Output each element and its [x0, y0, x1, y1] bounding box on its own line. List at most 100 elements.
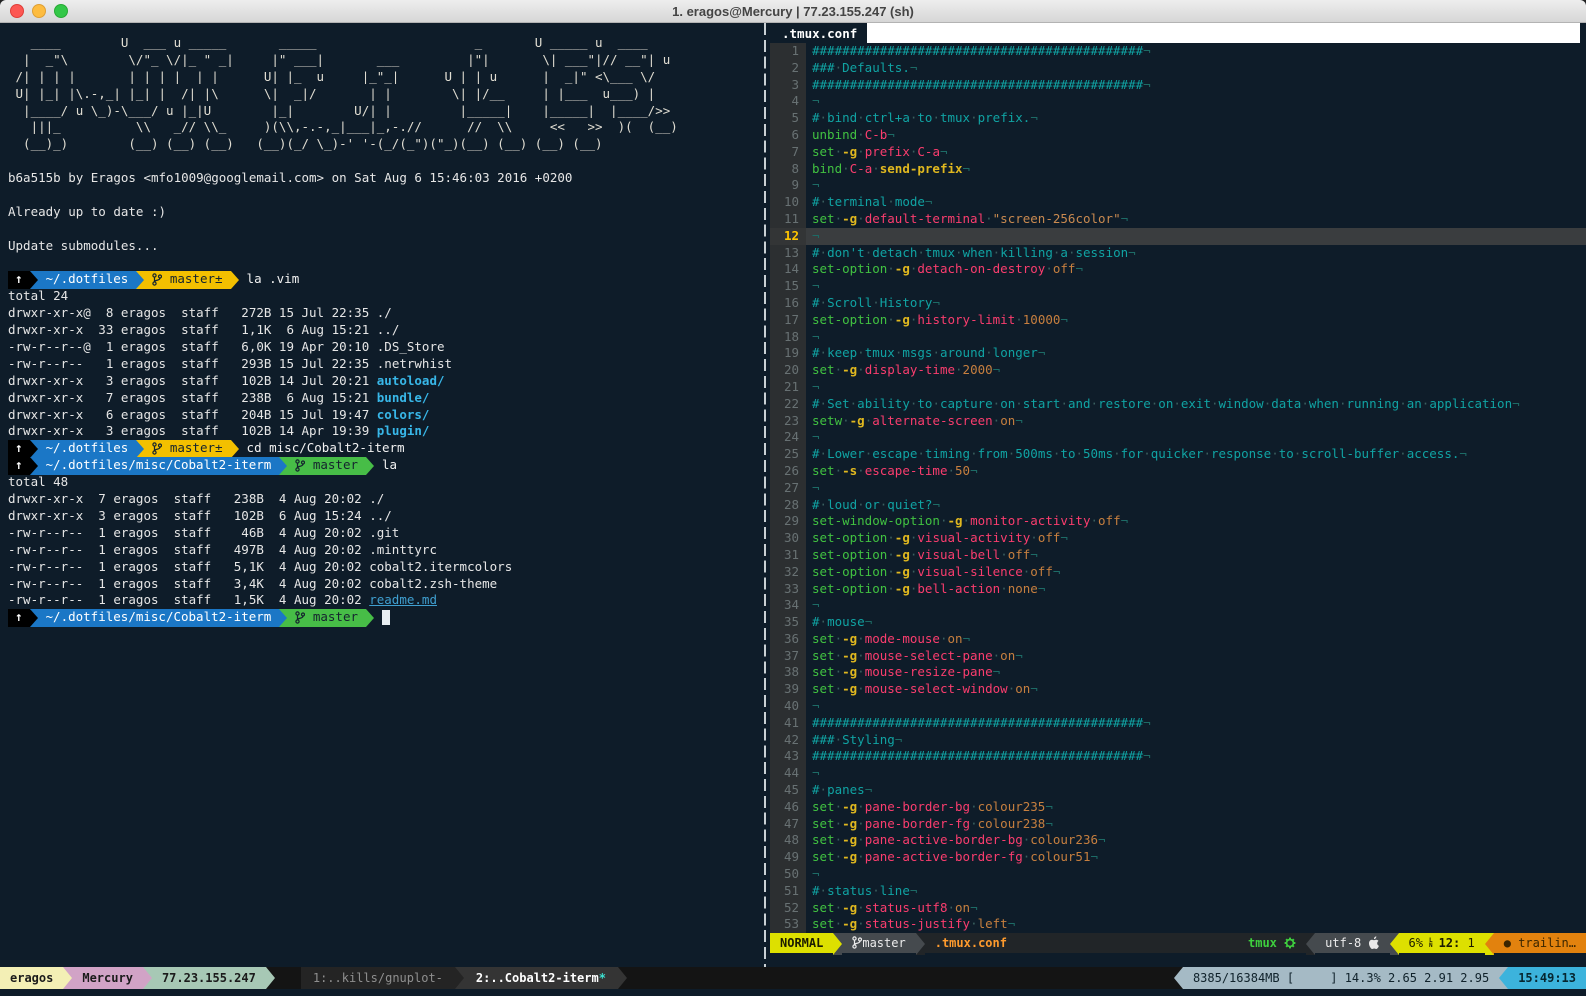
ascii-art-line: |||_ \\ _// \\_ )(\\,-.-,_|___|_,-.// //…: [8, 119, 760, 136]
powerline-separator: [455, 967, 464, 989]
line-column-icon: LN: [1429, 938, 1433, 948]
line-number: 15: [770, 278, 806, 295]
statusline-tmux-plugin: tmux: [1238, 933, 1306, 953]
line-number: 3: [770, 77, 806, 94]
vim-line: 40¬: [770, 698, 1586, 715]
prompt-arrow-segment: ↑: [8, 609, 30, 627]
vim-line: 7set·-g·prefix·C-a¬: [770, 144, 1586, 161]
vim-line-text: set-option·-g·detach-on-destroy·off¬: [806, 261, 1586, 278]
line-number: 40: [770, 698, 806, 715]
vim-line-text: ¬: [806, 429, 1586, 446]
ascii-art-line: |____/ u \_)-\___/ u |_|U |_| U/| | |___…: [8, 103, 760, 120]
vim-line: 22#·Set·ability·to·capture·on·start·and·…: [770, 396, 1586, 413]
powerline-separator: [231, 440, 239, 458]
vim-line-text: ¬: [806, 177, 1586, 194]
tmux-status-bar: eragos Mercury 77.23.155.247 1:..kills/g…: [0, 967, 1586, 989]
prompt-line: ↑~/.dotfiles master±la .vim: [8, 271, 760, 288]
line-number: 28: [770, 497, 806, 514]
vim-line: 48set·-g·pane-active-border-bg·colour236…: [770, 832, 1586, 849]
output-line: total 24: [8, 288, 760, 305]
prompt-path-segment: ~/.dotfiles/misc/Cobalt2-iterm: [38, 609, 280, 627]
powerline-separator: [30, 457, 38, 475]
file-name: ../: [377, 322, 400, 337]
statusline-filename: .tmux.conf: [925, 933, 1017, 953]
statusline-whitespace-warning: ● trailin…: [1494, 933, 1586, 953]
vim-line: 11set·-g·default-terminal·"screen-256col…: [770, 211, 1586, 228]
prompt-line: ↑~/.dotfiles/misc/Cobalt2-iterm masterla: [8, 457, 760, 474]
prompt-arrow-segment: ↑: [8, 440, 30, 458]
file-meta: drwxr-xr-x 3 eragos staff 102B 6 Aug 15:…: [8, 508, 369, 523]
vim-line: 36set·-g·mode-mouse·on¬: [770, 631, 1586, 648]
vim-line: 47set·-g·pane-border-fg·colour238¬: [770, 816, 1586, 833]
line-number: 44: [770, 765, 806, 782]
vim-line: 52set·-g·status-utf8·on¬: [770, 900, 1586, 917]
titlebar[interactable]: 1. eragos@Mercury | 77.23.155.247 (sh): [0, 0, 1586, 23]
vim-line: 16#·Scroll·History¬: [770, 295, 1586, 312]
vim-line-text: ¬: [806, 379, 1586, 396]
vim-line-text: ¬: [806, 93, 1586, 110]
tmux-window-2[interactable]: 2:..Cobalt2-iterm*: [464, 967, 618, 989]
powerline-separator: [1499, 967, 1508, 989]
powerline-separator: [366, 609, 374, 627]
tmux-window-1[interactable]: 1:..kills/gnuplot-: [301, 967, 455, 989]
vim-line: 29set-window-option·-g·monitor-activity·…: [770, 513, 1586, 530]
prompt-path-segment: ~/.dotfiles/misc/Cobalt2-iterm: [38, 457, 280, 475]
line-number: 16: [770, 295, 806, 312]
vim-line-text: ¬: [806, 597, 1586, 614]
vim-line: 30set-option·-g·visual-activity·off¬: [770, 530, 1586, 547]
vim-line-text: set·-g·prefix·C-a¬: [806, 144, 1586, 161]
output-line: total 48: [8, 474, 760, 491]
powerline-separator: [279, 609, 287, 627]
vim-line: 24¬: [770, 429, 1586, 446]
vim-line-text: set-option·-g·bell-action·none¬: [806, 581, 1586, 598]
vim-line: 27¬: [770, 480, 1586, 497]
file-meta: drwxr-xr-x 3 eragos staff 102B 14 Jul 20…: [8, 373, 377, 388]
shell-pane[interactable]: ____ U ___ u _____ _____ _ U _____ u ___…: [0, 23, 760, 967]
load-gauge: [ ]: [1287, 971, 1338, 985]
vim-line-text: #·Scroll·History¬: [806, 295, 1586, 312]
vim-line: 38set·-g·mouse-resize-pane¬: [770, 664, 1586, 681]
vim-line: 33set-option·-g·bell-action·none¬: [770, 581, 1586, 598]
vim-line: 21¬: [770, 379, 1586, 396]
line-number: 13: [770, 245, 806, 262]
ascii-art-line: | _"\ \/"_ \/|_ " _| |" ___| ___ |"| \| …: [8, 52, 760, 69]
powerline-separator: [1306, 933, 1315, 955]
blank-line: [8, 221, 760, 238]
vim-line-text: set·-g·mouse-select-window·on¬: [806, 681, 1586, 698]
line-number: 48: [770, 832, 806, 849]
terminal-cursor: [382, 610, 390, 625]
branch-label: master±: [170, 440, 223, 457]
tmux-clock: 15:49:13: [1508, 967, 1586, 989]
pane-divider[interactable]: [760, 23, 770, 967]
tab-tmux-conf[interactable]: .tmux.conf: [770, 23, 867, 43]
vim-line: 1#######################################…: [770, 43, 1586, 60]
file-row: drwxr-xr-x@ 8 eragos staff 272B 15 Jul 2…: [8, 305, 760, 322]
vim-line-text: #·don't·detach·tmux·when·killing·a·sessi…: [806, 245, 1586, 262]
bullet-icon: ●: [1504, 936, 1511, 950]
tmux-system-stats: 8385/16384MB [ ] 14.3% 2.65 2.91 2.95: [1183, 967, 1499, 989]
vim-line-text: set·-g·pane-active-border-bg·colour236¬: [806, 832, 1586, 849]
vim-pane[interactable]: .tmux.conf 1############################…: [770, 23, 1586, 967]
line-number: 4: [770, 93, 806, 110]
powerline-separator: [30, 271, 38, 289]
file-meta: -rw-r--r-- 1 eragos staff 1,5K 4 Aug 20:…: [8, 592, 369, 607]
vim-line-text: ¬: [806, 228, 1586, 245]
vim-line: 18¬: [770, 329, 1586, 346]
vim-line: 46set·-g·pane-border-bg·colour235¬: [770, 799, 1586, 816]
vim-line: 35#·mouse¬: [770, 614, 1586, 631]
file-row: drwxr-xr-x 3 eragos staff 102B 14 Apr 19…: [8, 423, 760, 440]
vim-tabline: .tmux.conf: [770, 23, 1586, 43]
vim-line: 20set·-g·display-time·2000¬: [770, 362, 1586, 379]
line-number: 24: [770, 429, 806, 446]
line-number: 5: [770, 110, 806, 127]
arrow-up-icon: ↑: [15, 440, 23, 457]
line-number: 20: [770, 362, 806, 379]
git-branch-icon: [852, 936, 862, 950]
vim-line-text: set-option·-g·visual-silence·off¬: [806, 564, 1586, 581]
vim-buffer[interactable]: 1#######################################…: [770, 43, 1586, 933]
line-number: 11: [770, 211, 806, 228]
powerline-separator: [916, 933, 925, 955]
vim-line-text: ¬: [806, 765, 1586, 782]
vim-line: 51#·status·line¬: [770, 883, 1586, 900]
file-name: plugin/: [377, 423, 430, 438]
